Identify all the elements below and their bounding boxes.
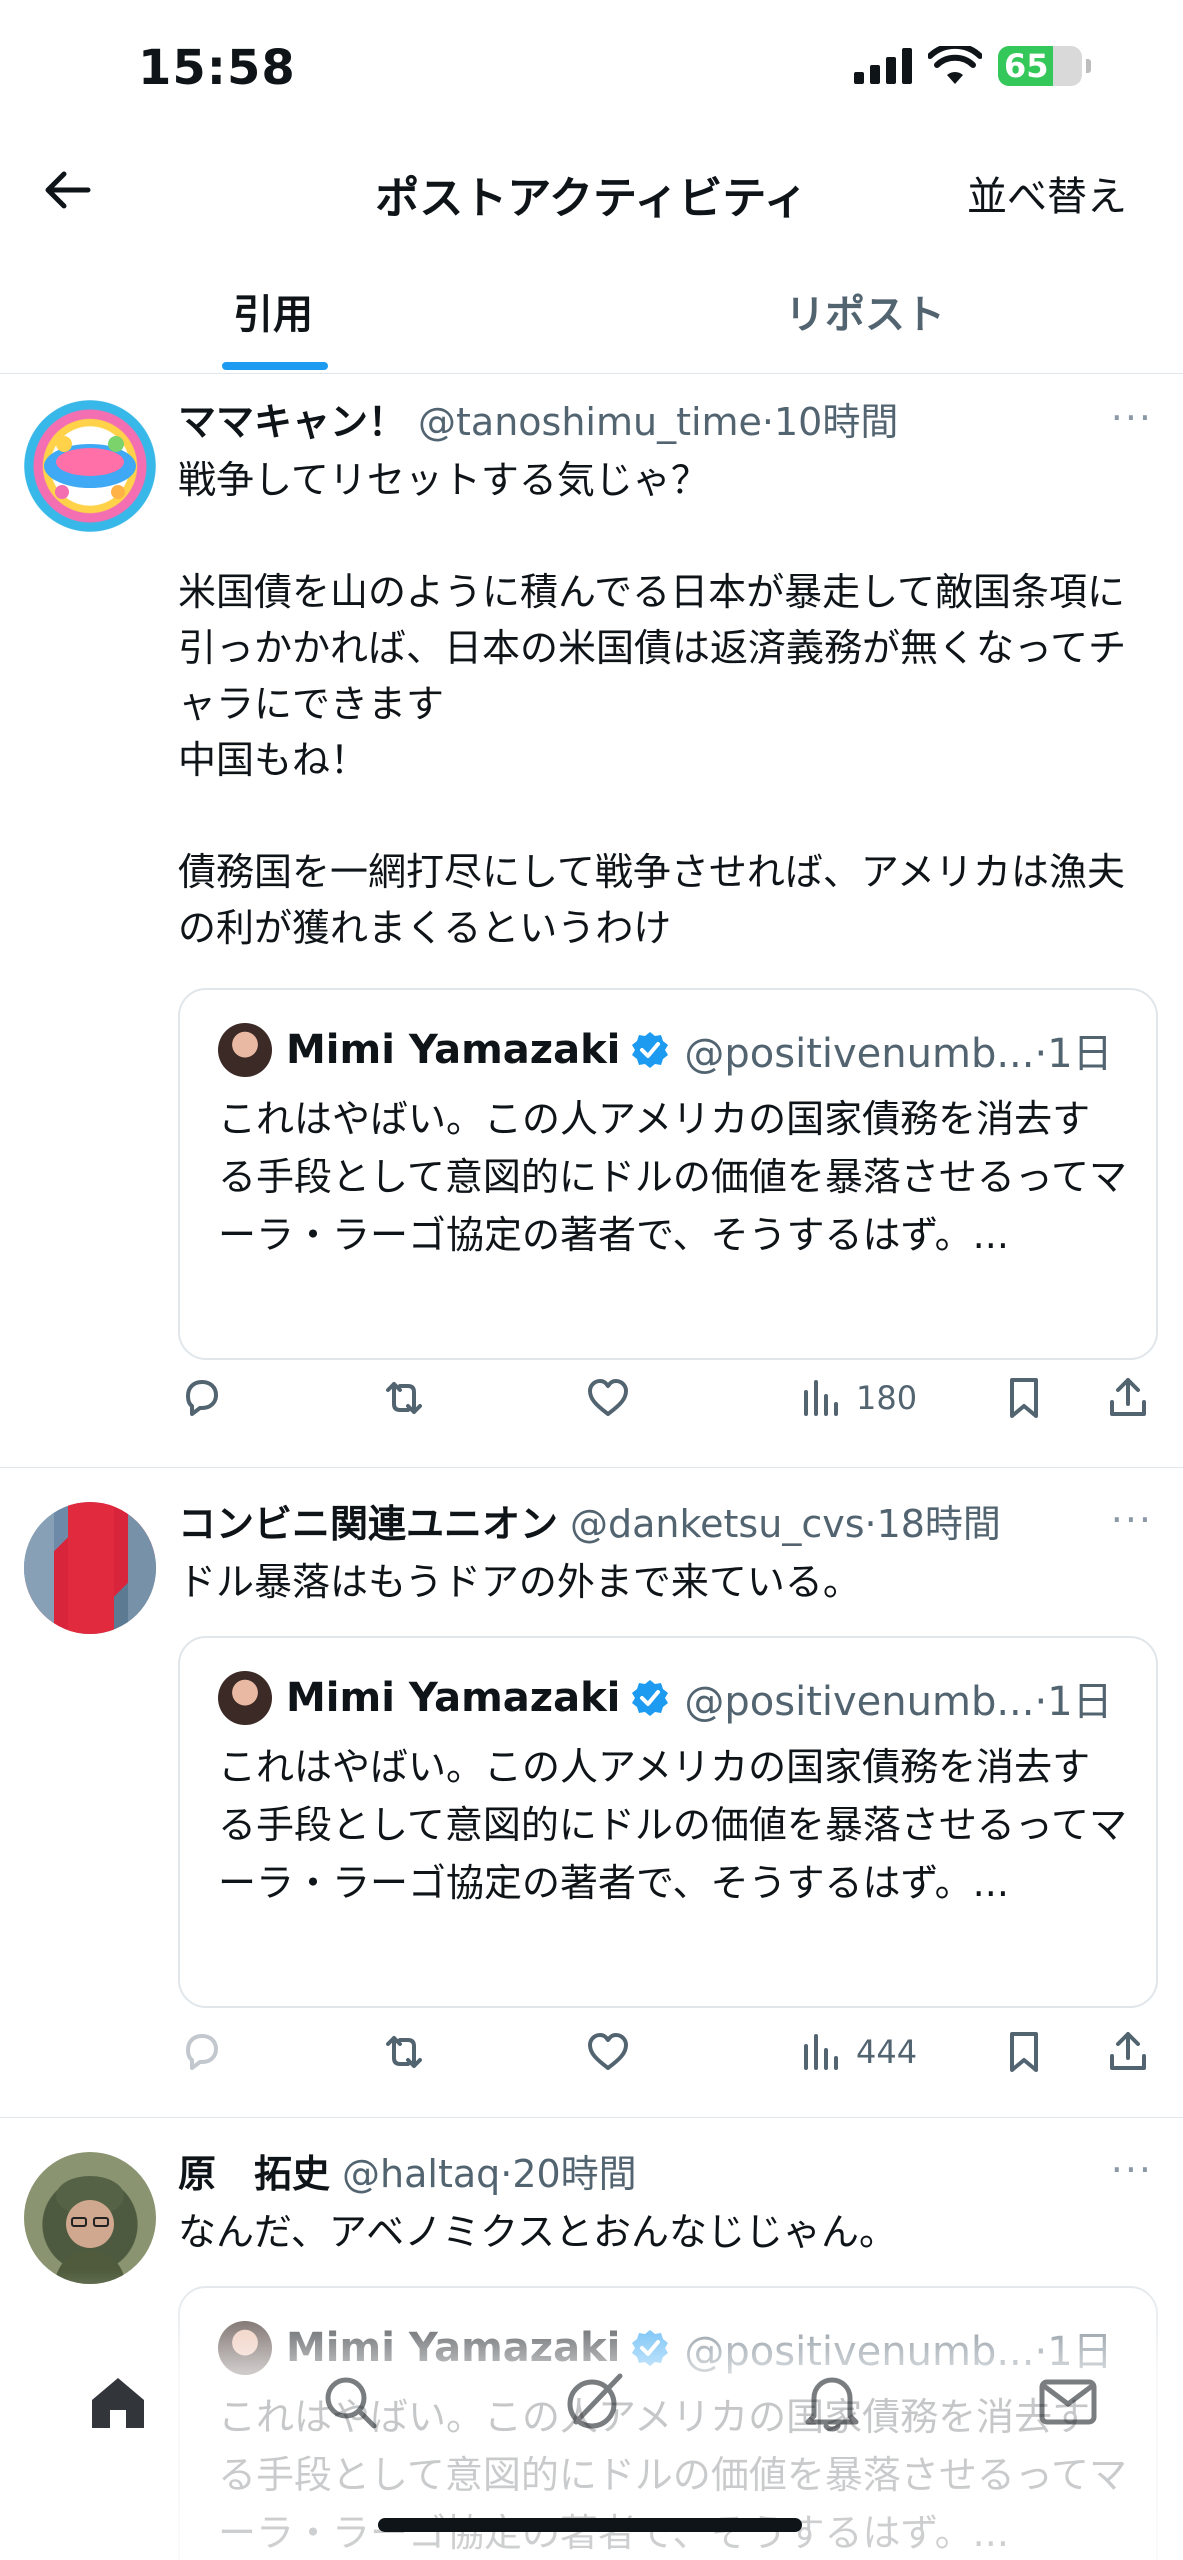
avatar-photo-icon — [54, 2176, 126, 2284]
active-tab-indicator — [222, 362, 328, 370]
share-button[interactable] — [1104, 1372, 1152, 1424]
bookmark-button[interactable] — [1000, 1372, 1048, 1424]
post-text: なんだ、アベノミクスとおんなじじゃん。 — [178, 2210, 897, 2254]
verified-badge-icon — [632, 1680, 669, 1716]
post-text: 戦争してリセットする気じゃ？ 米国債を山のように積んでる日本が暴走して敵国条項に… — [178, 458, 1127, 950]
repost-icon — [386, 2036, 422, 2068]
status-bar: 15:58 65 — [0, 0, 1183, 140]
quoted-post-card[interactable]: Mimi Yamazaki @positivenumb...·1日 これはやばい… — [178, 1636, 1158, 2008]
quoted-avatar — [218, 1671, 272, 1725]
avatar-banner-icon — [24, 1502, 156, 1634]
reply-icon — [186, 2034, 218, 2070]
post-header: コンビニ関連ユニオン @danketsu_cvs·18時間 — [178, 1490, 1163, 1550]
verified-badge-icon — [632, 1032, 669, 1068]
post-actions: 180 — [178, 1364, 1158, 1434]
more-options-icon[interactable]: ··· — [1111, 1498, 1153, 1542]
avatar-logo-icon — [44, 436, 136, 499]
messages-envelope-icon[interactable] — [1036, 2370, 1100, 2434]
author-handle-time[interactable]: @danketsu_cvs·18時間 — [570, 1493, 1001, 1548]
share-button[interactable] — [1104, 2026, 1152, 2078]
battery-percent: 65 — [1004, 47, 1049, 85]
quote-post[interactable]: コンビニ関連ユニオン @danketsu_cvs·18時間 ··· ドル暴落はも… — [0, 1468, 1183, 2118]
battery-tip — [1086, 59, 1091, 73]
more-options-icon[interactable]: ··· — [1111, 396, 1153, 440]
author-name[interactable]: ママキャン！ — [178, 391, 406, 446]
reply-button[interactable] — [178, 2026, 226, 2078]
quoted-post-text: これはやばい。この人アメリカの国家債務を消去する手段として意図的にドルの価値を暴… — [218, 1097, 1127, 1257]
quoted-post-text: これはやばい。この人アメリカの国家債務を消去する手段として意図的にドルの価値を暴… — [218, 1745, 1127, 1905]
share-icon — [1110, 1378, 1146, 1416]
author-name[interactable]: コンビニ関連ユニオン — [178, 1493, 558, 1548]
views-count: 444 — [856, 2033, 918, 2071]
repost-icon — [386, 1382, 422, 1414]
top-header: ポストアクティビティ 並べ替え — [0, 140, 1183, 240]
bookmark-icon — [1010, 1378, 1038, 1418]
tab-reposts[interactable]: リポスト — [785, 282, 945, 340]
bookmark-button[interactable] — [1000, 2026, 1048, 2078]
like-heart-icon — [588, 1379, 628, 1416]
cellular-signal-icon — [854, 48, 912, 84]
quoted-handle-time: @positivenumb...·1日 — [684, 1031, 1113, 1077]
quoted-post-card[interactable]: Mimi Yamazaki @positivenumb...·1日 これはやばい… — [178, 988, 1158, 1360]
views-chart-icon — [804, 1380, 838, 1416]
share-icon — [1110, 2032, 1146, 2070]
views-button[interactable]: 444 — [796, 2026, 917, 2078]
quoted-post-header: Mimi Yamazaki @positivenumb...·1日 — [218, 1666, 1113, 1730]
wifi-icon — [928, 46, 982, 84]
activity-tabs: 引用 リポスト — [0, 262, 1183, 374]
reply-button[interactable] — [178, 1372, 226, 1424]
views-count: 180 — [856, 1379, 918, 1417]
battery-icon: 65 — [998, 46, 1082, 86]
post-text: ドル暴落はもうドアの外まで来ている。 — [178, 1560, 861, 1604]
bookmark-icon — [1010, 2032, 1038, 2072]
notifications-bell-icon[interactable] — [800, 2370, 864, 2434]
sort-button[interactable]: 並べ替え — [967, 164, 1127, 222]
repost-button[interactable] — [380, 2026, 428, 2078]
avatar[interactable] — [24, 1502, 156, 1634]
status-icons: 65 — [854, 46, 1091, 86]
like-heart-icon — [588, 2033, 628, 2070]
home-icon[interactable] — [86, 2370, 150, 2434]
quoted-avatar — [218, 1023, 272, 1077]
grok-icon[interactable] — [562, 2370, 626, 2434]
status-time: 15:58 — [138, 40, 296, 96]
reply-icon — [186, 1380, 218, 1416]
views-button[interactable]: 180 — [796, 1372, 917, 1424]
repost-button[interactable] — [380, 1372, 428, 1424]
home-indicator[interactable] — [378, 2518, 802, 2532]
quote-post[interactable]: ママキャン！ @tanoshimu_time·10時間 ··· 戦争してリセット… — [0, 374, 1183, 1468]
quoted-author-name: Mimi Yamazaki — [286, 1027, 621, 1073]
post-actions: 444 — [178, 2018, 1158, 2088]
like-button[interactable] — [584, 2026, 632, 2078]
avatar[interactable] — [24, 2152, 156, 2284]
quoted-post-header: Mimi Yamazaki @positivenumb...·1日 — [218, 1018, 1113, 1082]
views-chart-icon — [804, 2034, 838, 2070]
post-header: ママキャン！ @tanoshimu_time·10時間 — [178, 388, 1163, 448]
quoted-handle-time: @positivenumb...·1日 — [684, 1679, 1113, 1725]
quoted-author-name: Mimi Yamazaki — [286, 1675, 621, 1721]
post-header: 原 拓史 @haltaq·20時間 — [178, 2140, 1163, 2200]
more-options-icon[interactable]: ··· — [1111, 2148, 1153, 2192]
avatar[interactable] — [24, 400, 156, 532]
author-handle-time[interactable]: @tanoshimu_time·10時間 — [418, 391, 898, 446]
author-handle-time[interactable]: @haltaq·20時間 — [342, 2143, 637, 2198]
search-icon[interactable] — [318, 2370, 382, 2434]
like-button[interactable] — [584, 1372, 632, 1424]
tab-quotes[interactable]: 引用 — [233, 282, 313, 340]
author-name[interactable]: 原 拓史 — [178, 2143, 330, 2198]
